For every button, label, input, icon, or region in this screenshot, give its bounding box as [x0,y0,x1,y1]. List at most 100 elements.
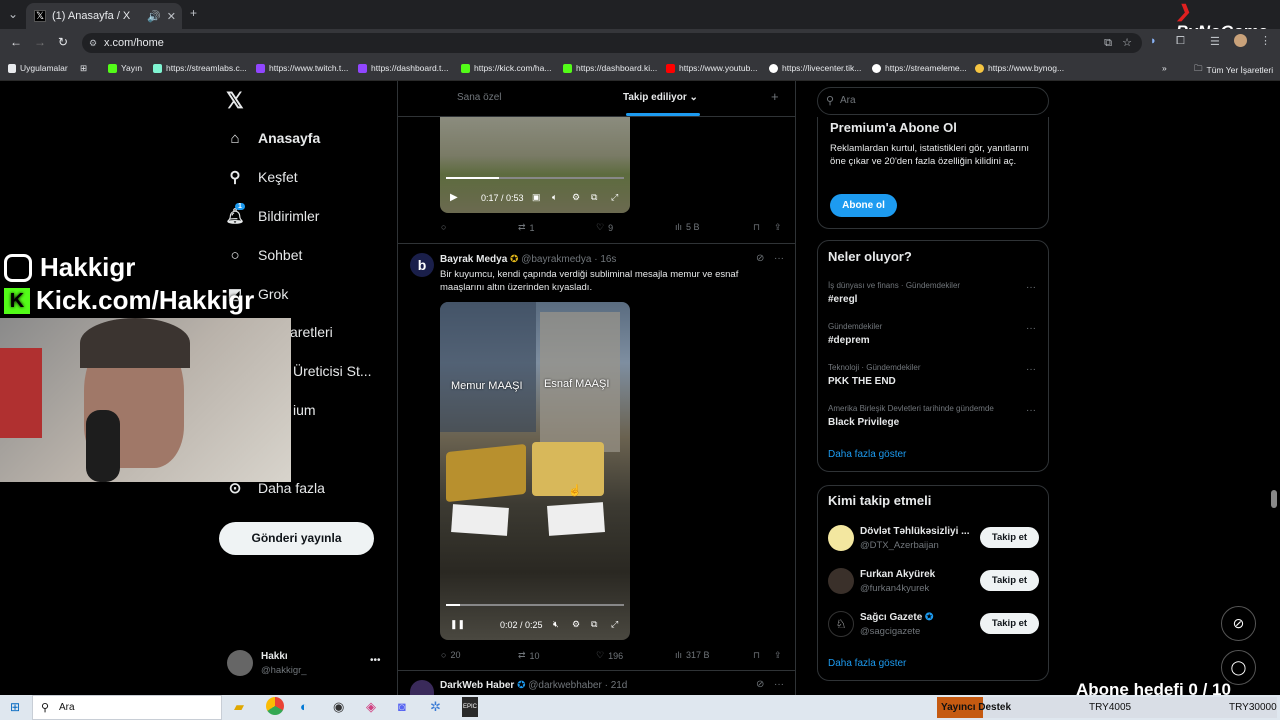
video-progress[interactable] [446,604,624,606]
share-icon[interactable]: ⇪ [774,650,782,661]
extensions-puzzle-icon[interactable]: ⧠ [1176,35,1185,48]
app-icon[interactable]: ✲ [430,699,441,715]
like-button[interactable]: ♡ 9 [596,222,613,233]
reload-icon[interactable]: ↻ [58,35,68,49]
chrome-icon[interactable] [266,697,284,715]
address-bar[interactable]: ⚙ x.com/home ⧉ ☆ [82,33,1142,53]
bookmark-item[interactable]: https://streamlabs.c... [153,63,247,73]
bookmark-icon[interactable]: ⊓ [753,650,760,661]
follow-button[interactable]: Takip et [980,527,1039,548]
follow-button[interactable]: Takip et [980,570,1039,591]
discord-icon[interactable]: ◙ [398,699,406,714]
new-tab-icon[interactable]: + [190,6,197,20]
settings-icon[interactable]: ⚙ [572,192,580,203]
profile-avatar[interactable] [1234,34,1247,47]
tweet-time[interactable]: 21d [611,680,628,691]
retweet-button[interactable]: ⇄ 10 [518,650,540,661]
all-bookmarks[interactable]: 🗀 Tüm Yer İşaretleri [1194,63,1273,77]
extension-icon[interactable]: ◗ [1150,35,1157,47]
share-icon[interactable]: ⇪ [774,222,782,233]
bookmark-item[interactable]: https://www.bynog... [975,63,1064,73]
nav-creator-studio[interactable]: Üreticisi St... [293,363,372,379]
suggestion-item[interactable]: Furkan Akyürek @furkan4kyurek [828,568,935,594]
audio-icon[interactable]: 🔊 [147,10,161,23]
grid-icon[interactable]: ⊞ [80,63,87,74]
trend-item[interactable]: Teknoloji · Gündemdekiler PKK THE END [828,363,921,387]
forward-icon[interactable]: → [34,35,46,49]
settings-icon[interactable]: ⚙ [572,619,580,630]
retweet-button[interactable]: ⇄ 1 [518,222,535,233]
captions-icon[interactable]: ▣ [532,192,541,203]
bookmark-star-icon[interactable]: ☆ [1122,33,1132,53]
views-button[interactable]: ılı 317 B [675,650,710,660]
author-handle[interactable]: @darkwebhaber [528,680,602,691]
bookmark-item[interactable]: https://livecenter.tik... [769,63,861,73]
fullscreen-icon[interactable]: ⤢ [611,192,618,203]
volume-icon[interactable]: 🔈︎ [552,192,557,203]
x-logo-icon[interactable]: 𝕏 [226,88,244,114]
edge-icon[interactable]: ◐ [300,699,308,714]
trend-more-icon[interactable]: ··· [1026,364,1036,375]
obs-icon[interactable]: ◉ [333,699,344,715]
tab-search-icon[interactable]: ⌄ [8,7,18,21]
pause-icon[interactable]: ❚❚ [450,619,465,630]
nav-messages[interactable]: ○ Sohbet [226,246,302,264]
fullscreen-icon[interactable]: ⤢ [611,619,618,630]
nav-home[interactable]: ⌂ Anasayfa [226,129,320,147]
suggestion-item[interactable]: ♘ Sağcı Gazete ✪ @sagcigazete [828,611,933,637]
bookmark-apps[interactable]: Uygulamalar [8,63,68,73]
bookmark-icon[interactable]: ⊓ [753,222,760,233]
nav-premium[interactable]: ium [293,402,316,418]
post-button[interactable]: Gönderi yayınla [219,522,374,555]
browser-tab[interactable]: 𝕏 (1) Anasayfa / X 🔊 ✕ [26,3,182,29]
account-menu-icon[interactable]: ••• [370,655,381,666]
app-icon[interactable]: ◈ [366,699,376,715]
reply-button[interactable]: ○ 20 [441,650,460,660]
more-options-icon[interactable]: ··· [774,679,784,690]
follow-button[interactable]: Takip et [980,613,1039,634]
tab-close-icon[interactable]: ✕ [167,10,176,23]
epic-games-icon[interactable]: EPIC [462,697,478,717]
mute-icon[interactable]: 🔇︎ [553,619,559,630]
trend-more-icon[interactable]: ··· [1026,323,1036,334]
tweet-video[interactable]: ▶ 0:17 / 0:53 ▣ 🔈︎ ⚙ ⧉ ⤢ [440,117,630,213]
search-input[interactable]: ⚲ Ara [817,87,1049,115]
views-button[interactable]: ılı 5 B [675,222,700,232]
chrome-menu-icon[interactable]: ⋮ [1260,34,1271,47]
like-button[interactable]: ♡ 196 [596,650,623,661]
grok-float-icon[interactable]: ⊘ [1221,606,1256,641]
author-handle[interactable]: @bayrakmedya [521,254,591,265]
grok-explain-icon[interactable]: ⊘ [756,679,764,690]
nav-notifications[interactable]: 🔔︎ 1 Bildirimler [225,203,319,225]
nav-explore[interactable]: ⚲ Keşfet [226,168,298,186]
add-tab-icon[interactable]: + [771,89,779,104]
site-info-icon[interactable]: ⚙ [89,33,97,53]
trend-item[interactable]: Amerika Birleşik Devletleri tarihinde gü… [828,404,994,428]
play-icon[interactable]: ▶ [450,192,458,203]
trend-more-icon[interactable]: ··· [1026,405,1036,416]
bookmark-item[interactable]: https://www.twitch.t... [256,63,348,73]
bookmark-item[interactable]: https://www.youtub... [666,63,757,73]
grok-explain-icon[interactable]: ⊘ [756,253,764,264]
suggestion-item[interactable]: Dövlət Təhlükəsizliyi ... @DTX_Azerbaijan [828,525,969,551]
media-control-icon[interactable]: ☰ [1210,35,1220,48]
bookmark-item[interactable]: Yayın [108,63,142,73]
bookmark-item[interactable]: https://dashboard.ki... [563,63,657,73]
tab-following[interactable]: Takip ediliyor ⌄ [623,92,698,103]
tweet-video[interactable]: Memur MAAŞI Esnaf MAAŞI ☝ ❚❚ 0:02 / 0:25… [440,302,630,640]
subscribe-button[interactable]: Abone ol [830,194,897,217]
windows-start-icon[interactable]: ⊞ [10,700,20,714]
reply-button[interactable]: ○ [441,222,450,232]
author-name[interactable]: DarkWeb Haber [440,680,514,691]
pip-icon[interactable]: ⧉ [591,619,597,630]
scrollbar[interactable] [1271,490,1277,508]
bookmark-item[interactable]: https://dashboard.t... [358,63,449,73]
tab-for-you[interactable]: Sana özel [457,92,501,103]
who-show-more[interactable]: Daha fazla göster [828,658,906,669]
nav-bookmarks[interactable]: aretleri [290,324,333,340]
avatar[interactable]: b [410,253,434,277]
pip-icon[interactable]: ⧉ [591,192,597,203]
trends-show-more[interactable]: Daha fazla göster [828,449,906,460]
install-icon[interactable]: ⧉ [1104,33,1112,53]
video-progress[interactable] [446,177,624,179]
